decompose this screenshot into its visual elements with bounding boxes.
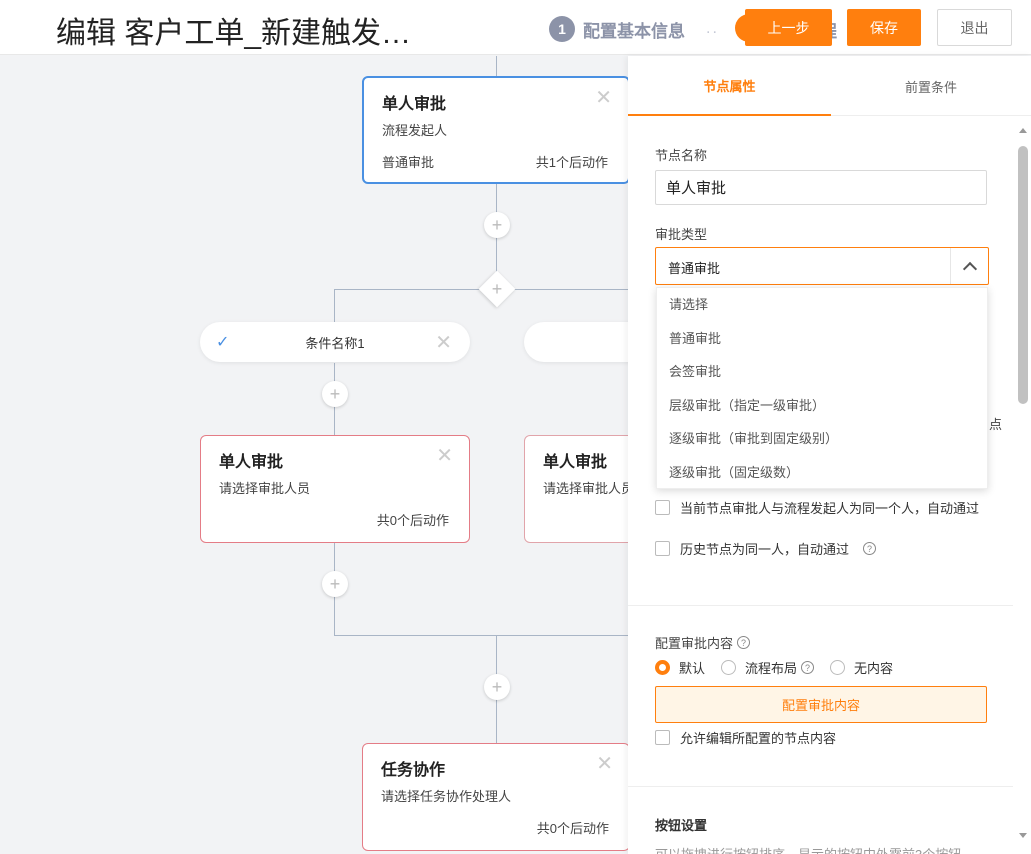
radio-button[interactable] <box>655 660 670 675</box>
plus-icon: + <box>491 278 503 299</box>
radio-no-content[interactable]: 无内容 <box>830 658 893 677</box>
radio-button[interactable] <box>830 660 846 675</box>
close-icon[interactable]: ✕ <box>595 88 612 108</box>
chevron-up-icon[interactable] <box>950 248 988 284</box>
node-properties-panel: 节点属性 前置条件 节点名称 单人审批 审批类型 普通审批 请选择 普通审批 会… <box>628 56 1031 854</box>
approval-node-left[interactable]: 单人审批 ✕ 请选择审批人员 共0个后动作 <box>200 435 470 543</box>
node-type: 普通审批 <box>382 155 435 170</box>
divider <box>628 605 1013 606</box>
help-icon[interactable]: ? <box>863 542 877 555</box>
checkbox[interactable] <box>655 730 670 745</box>
node-title: 单人审批 <box>543 454 608 471</box>
connector-line <box>496 56 497 78</box>
exit-button[interactable]: 退出 <box>937 9 1012 46</box>
checkbox[interactable] <box>655 500 670 515</box>
close-icon[interactable]: ✕ <box>436 446 453 466</box>
step-separator: .. <box>706 20 719 37</box>
node-action-count: 共0个后动作 <box>536 821 609 836</box>
scroll-down-arrow-icon[interactable] <box>1019 833 1027 838</box>
condition-label: 条件名称1 <box>305 336 365 351</box>
add-node-plus-icon[interactable]: + <box>484 674 510 700</box>
task-node[interactable]: 任务协作 ✕ 请选择任务协作处理人 共0个后动作 <box>362 743 628 851</box>
help-icon[interactable]: ? <box>737 636 751 649</box>
dropdown-option[interactable]: 普通审批 <box>657 322 987 356</box>
step-number: 1 <box>549 16 575 42</box>
dropdown-option[interactable]: 逐级审批（固定级数） <box>657 456 987 490</box>
config-content-label: 配置审批内容 ? <box>655 633 751 652</box>
radio-label: 无内容 <box>854 661 894 676</box>
page-header: 编辑 客户工单_新建触发… 1 配置基本信息 .. 程 上一步 保存 退出 <box>0 0 1031 55</box>
save-button[interactable]: 保存 <box>847 9 921 46</box>
radio-default[interactable]: 默认 <box>655 658 705 677</box>
radio-label: 默认 <box>679 661 706 676</box>
node-title: 单人审批 <box>219 454 284 471</box>
node-name-label: 节点名称 <box>655 148 708 163</box>
add-node-plus-icon[interactable]: + <box>484 212 510 238</box>
node-subtitle: 请选择任务协作处理人 <box>381 789 512 804</box>
approval-type-select[interactable]: 普通审批 <box>655 247 989 285</box>
allow-edit-row[interactable]: 允许编辑所配置的节点内容 <box>655 728 836 747</box>
prev-step-button[interactable]: 上一步 <box>745 9 832 46</box>
auto-pass-same-initiator-row[interactable]: 当前节点审批人与流程发起人为同一个人，自动通过 <box>655 498 979 517</box>
dropdown-option[interactable]: 逐级审批（审批到固定级别） <box>657 422 987 456</box>
button-settings-desc: 可以拖拽进行按钮排序，显示的按钮中外露前3个按钮 <box>655 844 961 854</box>
tab-preconditions[interactable]: 前置条件 <box>831 56 1031 116</box>
radio-flow-layout[interactable]: 流程布局 ? <box>721 658 815 677</box>
close-icon[interactable]: ✕ <box>435 330 452 355</box>
merge-line <box>334 635 628 636</box>
approval-node-right[interactable]: 单人审批 请选择审批人员 <box>524 435 628 543</box>
approval-node-top[interactable]: 单人审批 ✕ 流程发起人 普通审批 共1个后动作 <box>362 76 628 184</box>
approval-type-dropdown: 请选择 普通审批 会签审批 层级审批（指定一级审批） 逐级审批（审批到固定级别）… <box>656 287 988 489</box>
approval-type-value: 普通审批 <box>668 261 721 276</box>
node-action-count: 共1个后动作 <box>535 155 608 170</box>
page-title: 编辑 客户工单_新建触发… <box>56 17 412 50</box>
step-1[interactable]: 1 配置基本信息 <box>549 16 685 42</box>
node-title: 任务协作 <box>381 762 446 779</box>
node-subtitle: 请选择审批人员 <box>219 481 311 496</box>
checkbox-label: 允许编辑所配置的节点内容 <box>680 731 837 746</box>
node-title: 单人审批 <box>382 96 447 113</box>
panel-tabs: 节点属性 前置条件 <box>628 56 1031 116</box>
node-action-count: 共0个后动作 <box>376 513 449 528</box>
auto-pass-history-row[interactable]: 历史节点为同一人，自动通过 ? <box>655 539 877 558</box>
tab-node-properties[interactable]: 节点属性 <box>628 56 831 116</box>
panel-scrollbar[interactable] <box>1016 128 1030 854</box>
add-node-plus-icon[interactable]: + <box>322 381 348 407</box>
condition-branch-2[interactable] <box>524 322 628 362</box>
config-content-label-text: 配置审批内容 <box>655 636 734 651</box>
help-icon[interactable]: ? <box>801 661 815 674</box>
flow-canvas[interactable]: 单人审批 ✕ 流程发起人 普通审批 共1个后动作 + + ✓ 条件名称1 ✕ +… <box>0 56 628 854</box>
approval-type-label: 审批类型 <box>655 227 708 242</box>
scroll-thumb[interactable] <box>1018 146 1028 404</box>
connector-line <box>334 289 335 325</box>
content-mode-radio-group: 默认 流程布局 ? 无内容 <box>655 658 909 677</box>
dropdown-option[interactable]: 请选择 <box>657 288 987 322</box>
dropdown-option[interactable]: 层级审批（指定一级审批） <box>657 389 987 423</box>
step-label: 配置基本信息 <box>583 21 685 41</box>
button-settings-title: 按钮设置 <box>655 818 708 833</box>
dropdown-option[interactable]: 会签审批 <box>657 355 987 389</box>
obscured-text: 点 <box>989 417 1003 432</box>
add-branch-diamond[interactable]: + <box>478 270 516 308</box>
divider <box>628 786 1013 787</box>
checkbox-label: 当前节点审批人与流程发起人为同一个人，自动通过 <box>680 501 980 516</box>
scroll-up-arrow-icon[interactable] <box>1019 128 1027 133</box>
config-content-button[interactable]: 配置审批内容 <box>655 686 987 723</box>
radio-button[interactable] <box>721 660 737 675</box>
radio-label: 流程布局 <box>745 661 798 676</box>
add-node-plus-icon[interactable]: + <box>322 571 348 597</box>
node-subtitle: 请选择审批人员 <box>543 481 628 496</box>
close-icon[interactable]: ✕ <box>596 754 613 774</box>
node-subtitle: 流程发起人 <box>382 123 448 138</box>
checkbox[interactable] <box>655 541 670 556</box>
condition-branch-1[interactable]: ✓ 条件名称1 ✕ <box>200 322 470 362</box>
checkbox-label: 历史节点为同一人，自动通过 <box>680 542 850 557</box>
node-name-input[interactable]: 单人审批 <box>655 170 987 205</box>
